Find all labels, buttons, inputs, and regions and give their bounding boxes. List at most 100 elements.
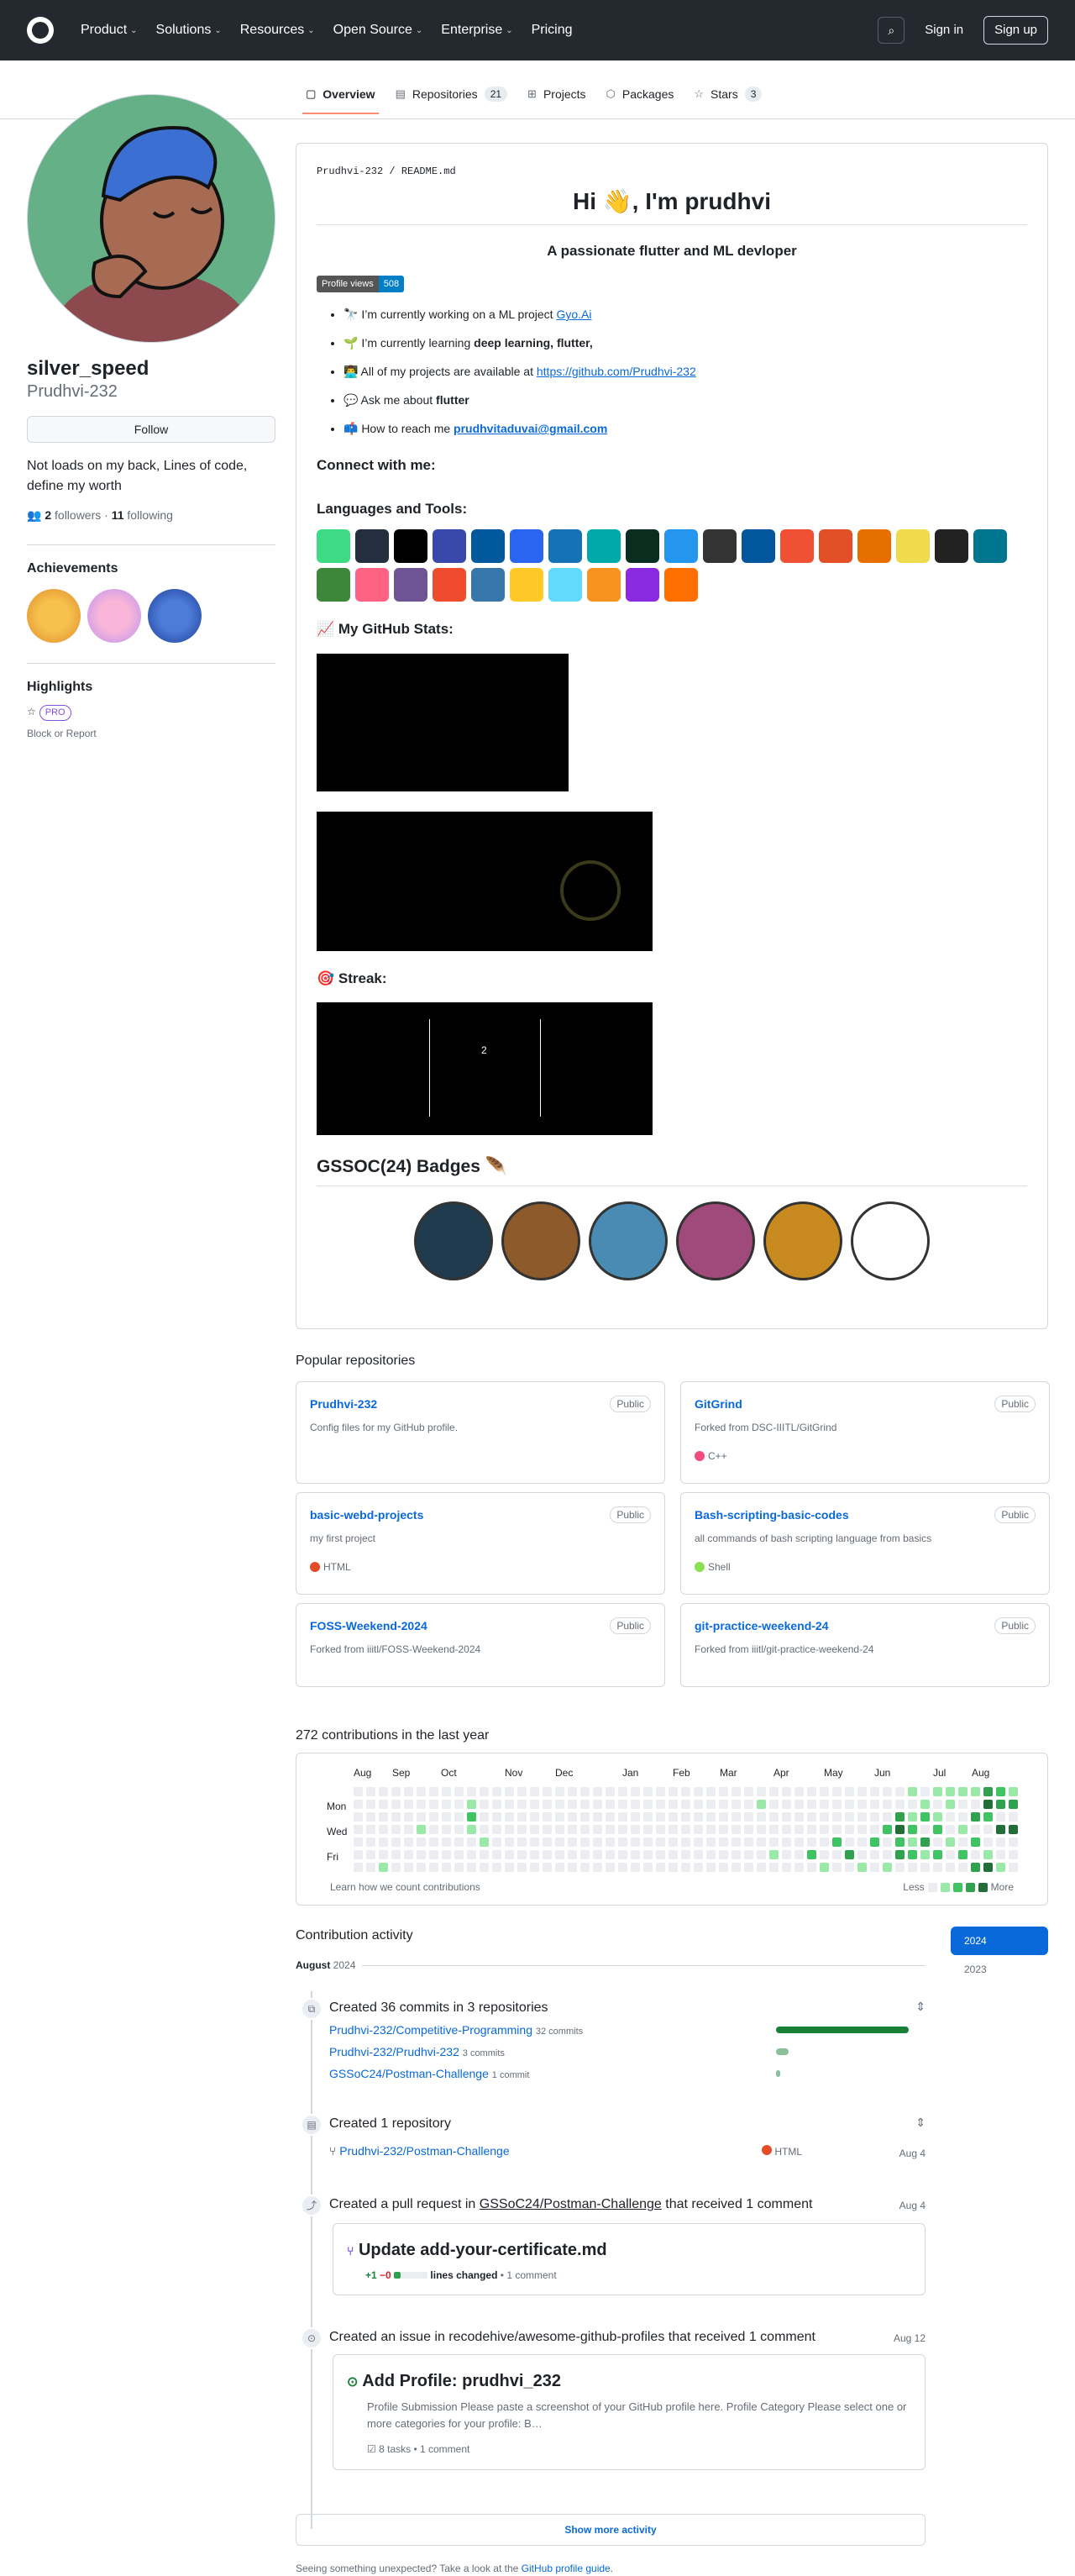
contribution-cell[interactable] — [467, 1850, 476, 1859]
contribution-cell[interactable] — [883, 1837, 892, 1847]
contribution-cell[interactable] — [492, 1787, 501, 1796]
contribution-cell[interactable] — [543, 1800, 552, 1809]
contribution-cell[interactable] — [794, 1812, 804, 1822]
contribution-cell[interactable] — [681, 1825, 690, 1834]
nav-item-pricing[interactable]: Pricing — [532, 20, 573, 40]
commit-repo-link[interactable]: Prudhvi-232/Competitive-Programming — [329, 2023, 532, 2037]
contribution-cell[interactable] — [656, 1800, 665, 1809]
contribution-cell[interactable] — [417, 1825, 426, 1834]
contribution-cell[interactable] — [417, 1812, 426, 1822]
repo-name-link[interactable]: git-practice-weekend-24 — [695, 1619, 829, 1632]
contribution-cell[interactable] — [681, 1787, 690, 1796]
readme-link[interactable]: https://github.com/Prudhvi-232 — [537, 365, 696, 378]
contribution-cell[interactable] — [505, 1837, 514, 1847]
contribution-cell[interactable] — [480, 1837, 489, 1847]
contribution-cell[interactable] — [606, 1800, 615, 1809]
contribution-cell[interactable] — [832, 1863, 842, 1872]
contribution-cell[interactable] — [757, 1812, 766, 1822]
contribution-cell[interactable] — [669, 1800, 678, 1809]
contribution-cell[interactable] — [480, 1850, 489, 1859]
contribution-cell[interactable] — [580, 1837, 590, 1847]
contribution-cell[interactable] — [983, 1825, 993, 1834]
year-2023[interactable]: 2023 — [951, 1955, 1048, 1984]
contribution-cell[interactable] — [669, 1787, 678, 1796]
contribution-cell[interactable] — [719, 1812, 728, 1822]
contribution-cell[interactable] — [794, 1787, 804, 1796]
contribution-cell[interactable] — [568, 1812, 577, 1822]
contribution-cell[interactable] — [744, 1863, 753, 1872]
contribution-cell[interactable] — [517, 1812, 527, 1822]
contribution-cell[interactable] — [454, 1825, 464, 1834]
contribution-cell[interactable] — [983, 1800, 993, 1809]
contribution-cell[interactable] — [870, 1850, 879, 1859]
contribution-cell[interactable] — [782, 1812, 791, 1822]
contribution-cell[interactable] — [946, 1812, 955, 1822]
contribution-cell[interactable] — [820, 1850, 829, 1859]
contribution-cell[interactable] — [920, 1850, 930, 1859]
contribution-cell[interactable] — [354, 1837, 363, 1847]
contribution-cell[interactable] — [492, 1825, 501, 1834]
contribution-cell[interactable] — [757, 1837, 766, 1847]
contribution-cell[interactable] — [404, 1787, 413, 1796]
pull-request-card[interactable]: ⑂ Update add-your-certificate.md +1 −0 l… — [333, 2223, 926, 2295]
contribution-cell[interactable] — [580, 1812, 590, 1822]
contribution-cell[interactable] — [769, 1787, 779, 1796]
nav-item-resources[interactable]: Resources ⌄ — [240, 20, 315, 40]
contribution-cell[interactable] — [517, 1787, 527, 1796]
contribution-cell[interactable] — [606, 1812, 615, 1822]
contribution-cell[interactable] — [366, 1837, 375, 1847]
contribution-cell[interactable] — [883, 1863, 892, 1872]
avatar[interactable] — [27, 94, 275, 343]
tab-overview[interactable]: ▢ Overview — [296, 74, 385, 114]
contribution-cell[interactable] — [920, 1800, 930, 1809]
contribution-cell[interactable] — [920, 1863, 930, 1872]
contribution-cell[interactable] — [983, 1812, 993, 1822]
contribution-cell[interactable] — [530, 1800, 539, 1809]
tab-packages[interactable]: ⬡ Packages — [596, 74, 684, 114]
contribution-cell[interactable] — [593, 1825, 602, 1834]
contribution-cell[interactable] — [996, 1787, 1005, 1796]
contribution-cell[interactable] — [870, 1863, 879, 1872]
contribution-cell[interactable] — [669, 1825, 678, 1834]
contribution-cell[interactable] — [669, 1837, 678, 1847]
contribution-cell[interactable] — [379, 1787, 388, 1796]
commit-repo-link[interactable]: Prudhvi-232/Prudhvi-232 — [329, 2045, 459, 2058]
contribution-cell[interactable] — [732, 1850, 741, 1859]
contribution-cell[interactable] — [820, 1825, 829, 1834]
contribution-cell[interactable] — [417, 1863, 426, 1872]
tab-stars[interactable]: ☆ Stars 3 — [684, 74, 772, 114]
contribution-cell[interactable] — [933, 1800, 942, 1809]
contribution-cell[interactable] — [580, 1787, 590, 1796]
contribution-cell[interactable] — [417, 1800, 426, 1809]
contribution-cell[interactable] — [1009, 1800, 1018, 1809]
contribution-cell[interactable] — [404, 1825, 413, 1834]
contribution-cell[interactable] — [895, 1837, 905, 1847]
contribution-cell[interactable] — [480, 1787, 489, 1796]
contribution-cell[interactable] — [782, 1837, 791, 1847]
contribution-cell[interactable] — [618, 1800, 627, 1809]
contribution-cell[interactable] — [593, 1863, 602, 1872]
contribution-cell[interactable] — [656, 1787, 665, 1796]
contribution-cell[interactable] — [983, 1837, 993, 1847]
contribution-cell[interactable] — [807, 1787, 816, 1796]
contribution-cell[interactable] — [379, 1825, 388, 1834]
contribution-cell[interactable] — [404, 1800, 413, 1809]
contribution-cell[interactable] — [694, 1825, 703, 1834]
contribution-cell[interactable] — [908, 1825, 917, 1834]
contribution-cell[interactable] — [958, 1825, 968, 1834]
contribution-cell[interactable] — [492, 1800, 501, 1809]
contribution-cell[interactable] — [391, 1787, 401, 1796]
nav-item-solutions[interactable]: Solutions ⌄ — [156, 20, 222, 40]
contribution-cell[interactable] — [996, 1812, 1005, 1822]
contribution-cell[interactable] — [845, 1812, 854, 1822]
contribution-cell[interactable] — [908, 1800, 917, 1809]
contribution-cell[interactable] — [404, 1812, 413, 1822]
contribution-cell[interactable] — [794, 1825, 804, 1834]
contribution-cell[interactable] — [480, 1812, 489, 1822]
contribution-cell[interactable] — [366, 1850, 375, 1859]
contribution-cell[interactable] — [958, 1787, 968, 1796]
contribution-cell[interactable] — [719, 1787, 728, 1796]
contribution-cell[interactable] — [669, 1812, 678, 1822]
contribution-cell[interactable] — [996, 1837, 1005, 1847]
contribution-cell[interactable] — [580, 1863, 590, 1872]
